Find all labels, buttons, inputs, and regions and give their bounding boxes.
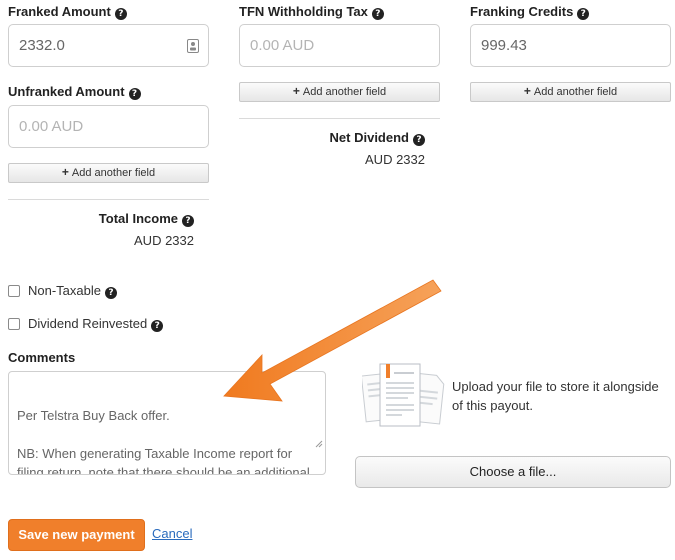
annotation-arrow: [223, 279, 442, 402]
